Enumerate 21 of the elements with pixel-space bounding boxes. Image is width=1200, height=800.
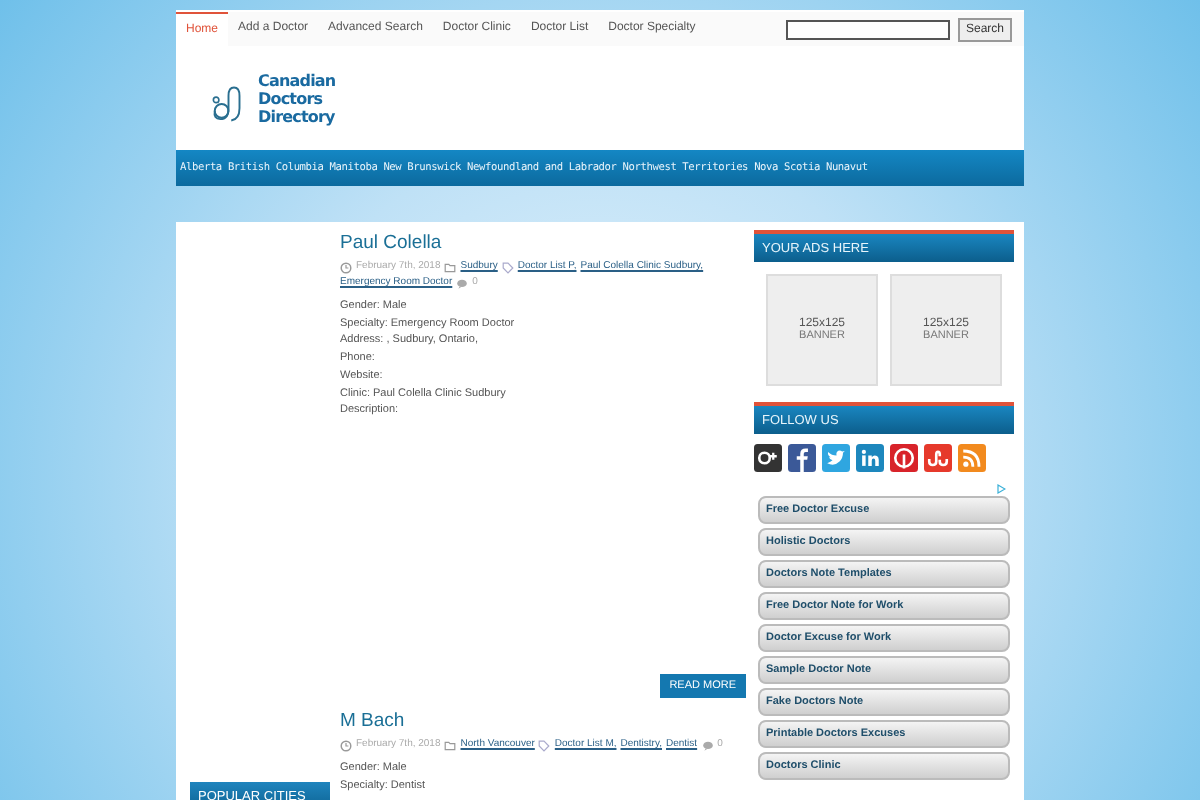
google-plus-icon[interactable] [754,444,782,472]
pinterest-icon[interactable] [890,444,918,472]
tag-icon [538,739,551,751]
clock-icon [340,261,352,273]
search-field[interactable] [785,19,950,39]
facebook-icon[interactable] [788,444,816,472]
clock-icon [340,739,352,751]
rss-icon[interactable] [958,444,986,472]
tag-icon [501,261,514,273]
linkedin-icon[interactable] [856,444,884,472]
folder-icon [444,261,457,273]
post-title[interactable]: M Bach [340,710,746,732]
comment-icon [701,739,714,751]
logo-text: Directory [258,107,336,125]
post-title[interactable]: Paul Colella [340,232,746,254]
folder-icon [444,739,457,751]
logo-text: Canadian [258,71,336,89]
stumbleupon-icon[interactable] [924,444,952,472]
ad-choices-icon[interactable] [996,484,1006,494]
logo-text: Doctors [258,89,325,107]
comment-icon [456,277,469,289]
